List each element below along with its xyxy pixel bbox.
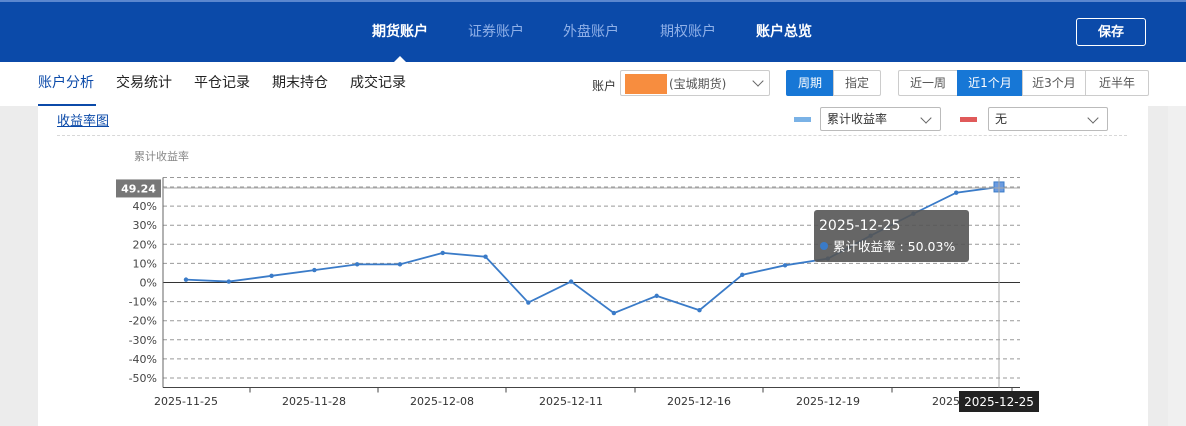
tooltip-date: 2025-12-25 xyxy=(819,218,900,234)
data-point xyxy=(568,279,574,284)
y-tick-label: 20% xyxy=(133,238,157,251)
tooltip-value: 累计收益率 : 50.03% xyxy=(833,239,955,254)
data-point xyxy=(183,277,189,282)
x-tick-label: 2025-11-28 xyxy=(282,395,346,408)
data-point xyxy=(269,273,274,279)
data-point xyxy=(740,272,745,278)
data-point xyxy=(226,279,231,284)
x-tick-label: 2025-12-08 xyxy=(410,395,474,408)
data-point xyxy=(354,262,360,267)
x-tick-label: 2025-11-25 xyxy=(154,395,218,408)
y-marker-label: 49.24 xyxy=(121,182,156,195)
y-tick-label: -40% xyxy=(129,353,157,366)
x-cursor-label: 2025-12-25 xyxy=(964,395,1034,409)
data-point xyxy=(697,307,702,313)
data-point xyxy=(440,250,445,256)
data-point xyxy=(611,310,617,316)
data-point xyxy=(312,267,317,273)
cumulative-return-chart: 累计收益率 50%40%30%20%10%0%-10%-20%-30%-40%-… xyxy=(116,149,1039,412)
data-point xyxy=(483,254,488,259)
data-point xyxy=(526,300,531,305)
y-tick-label: 0% xyxy=(140,277,157,290)
tooltip-series-dot xyxy=(820,242,828,250)
y-tick-label: -10% xyxy=(129,296,157,309)
scrollbar[interactable] xyxy=(1168,106,1186,426)
data-point xyxy=(782,263,788,268)
data-point xyxy=(397,262,403,267)
x-tick-label: 2025-12-16 xyxy=(667,395,731,408)
y-tick-label: 30% xyxy=(133,219,157,232)
y-tick-label: 10% xyxy=(133,257,157,270)
data-point xyxy=(654,293,659,299)
x-tick-label: 2025-12-11 xyxy=(539,395,603,408)
data-point xyxy=(954,190,959,195)
y-axis-label: 累计收益率 xyxy=(134,149,189,163)
y-tick-label: -50% xyxy=(129,372,157,385)
y-tick-label: 40% xyxy=(133,200,157,213)
y-tick-label: -20% xyxy=(129,315,157,328)
y-tick-label: -30% xyxy=(129,334,157,347)
x-tick-label: 2025-12-19 xyxy=(796,395,860,408)
